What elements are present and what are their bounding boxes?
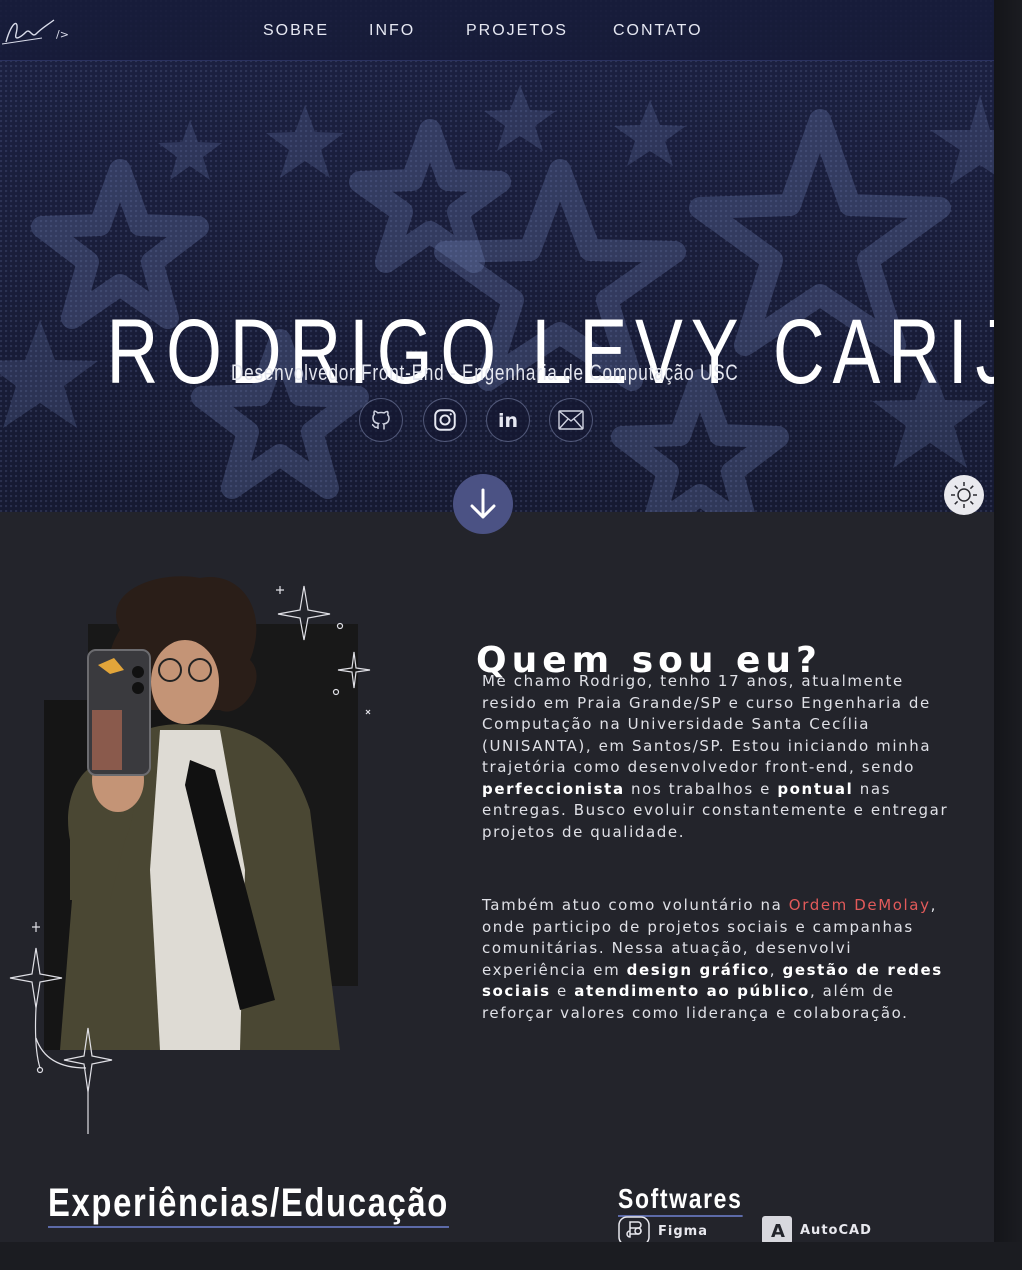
ordem-demolay-link[interactable]: Ordem DeMolay: [789, 896, 931, 914]
highlight-design-grafico: design gráfico: [626, 960, 770, 979]
nav-item-projetos[interactable]: PROJETOS: [466, 22, 568, 40]
software-item-autocad: A AutoCAD: [762, 1216, 872, 1242]
instagram-icon: [434, 409, 456, 431]
signature-logo[interactable]: />: [2, 12, 74, 50]
scroll-down-button[interactable]: [453, 474, 513, 534]
instagram-link[interactable]: [423, 398, 467, 442]
about-paragraph-2: Também atuo como voluntário na Ordem DeM…: [482, 896, 943, 1022]
experience-title: Experiências/Educação: [48, 1181, 449, 1229]
page: /> SOBRE INFO PROJETOS CONTATO RODRIGO L…: [0, 0, 994, 1242]
nav-item-contato[interactable]: CONTATO: [613, 22, 703, 40]
hero-section: /> SOBRE INFO PROJETOS CONTATO RODRIGO L…: [0, 0, 994, 512]
linkedin-icon: in: [498, 410, 518, 432]
highlight-pontual: pontual: [777, 779, 854, 798]
sparkle-decoration-top: [276, 585, 371, 715]
hero-subtitle: Desenvolvedor Front-End - Engenharia de …: [230, 360, 739, 385]
software-item-figma: Figma: [618, 1216, 708, 1242]
nav-item-sobre[interactable]: SOBRE: [263, 22, 329, 40]
software-label-autocad: AutoCAD: [800, 1222, 872, 1238]
autocad-icon: A: [762, 1216, 792, 1242]
arrow-down-icon: [470, 488, 496, 519]
figma-icon: [618, 1216, 650, 1242]
highlight-perfeccionista: perfeccionista: [482, 779, 625, 798]
top-navbar: /> SOBRE INFO PROJETOS CONTATO: [0, 0, 994, 61]
svg-text:/>: />: [56, 28, 69, 41]
svg-text:in: in: [498, 410, 518, 432]
sun-icon: [951, 482, 977, 508]
software-label-figma: Figma: [658, 1223, 708, 1239]
window-edge: [994, 0, 1022, 1270]
hero-name: RODRIGO LEVY CARIJÓ: [106, 300, 994, 403]
window-edge-bottom: [0, 1242, 1022, 1270]
mail-icon: [558, 410, 584, 430]
about-paragraph-1: Me chamo Rodrigo, tenho 17 anos, atualme…: [482, 672, 949, 841]
theme-toggle-button[interactable]: [944, 475, 984, 515]
github-icon: [371, 410, 390, 430]
linkedin-link[interactable]: in: [486, 398, 530, 442]
highlight-atendimento: atendimento ao público: [574, 982, 810, 1000]
software-title: Softwares: [618, 1183, 743, 1218]
nav-item-info[interactable]: INFO: [369, 22, 415, 40]
sparkle-decoration-bottom: [9, 922, 113, 1134]
github-link[interactable]: [359, 398, 403, 442]
svg-text:A: A: [771, 1221, 786, 1242]
email-link[interactable]: [549, 398, 593, 442]
